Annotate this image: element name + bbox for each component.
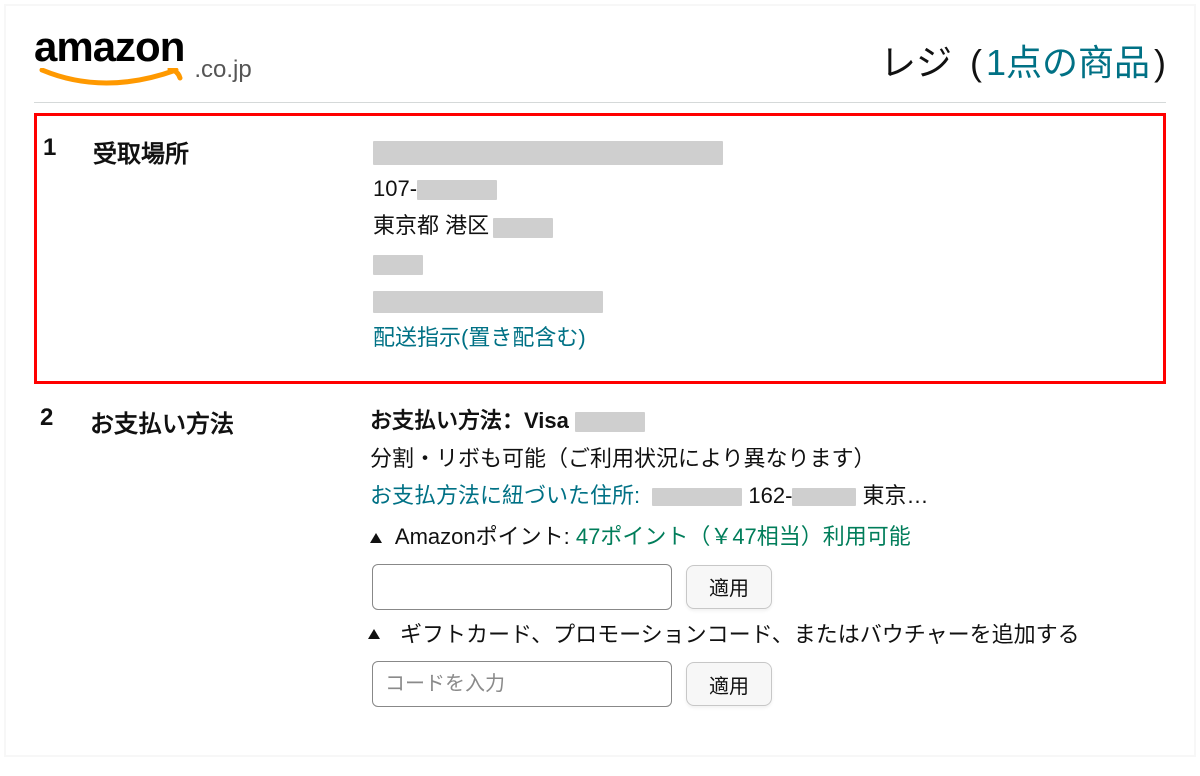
step-number-2: 2 bbox=[40, 402, 90, 432]
points-input[interactable] bbox=[372, 564, 672, 610]
city-part: 東京都 港区 bbox=[373, 213, 489, 238]
redacted-card-last4 bbox=[575, 412, 645, 432]
step-number-1: 1 bbox=[43, 132, 93, 162]
zip-prefix: 107- bbox=[373, 176, 417, 201]
gift-code-accordion[interactable]: ギフトカード、プロモーションコード、またはバウチャーを追加する bbox=[370, 616, 1166, 653]
checkout-header: amazon .co.jp レジ ( 1点の商品 ) bbox=[34, 26, 1166, 103]
pickup-address: 107- 東京都 港区 配送指示(置き配含む) bbox=[373, 132, 1151, 357]
step-title-2: お支払い方法 bbox=[90, 402, 370, 439]
pickup-location-highlight: 1 受取場所 107- 東京都 港区 配送指示(置き配含む) bbox=[34, 113, 1166, 384]
paren-open: ( bbox=[970, 42, 982, 84]
checkout-title: レジ ( 1点の商品 ) bbox=[880, 34, 1166, 86]
amazon-points-row[interactable]: Amazonポイント: 47ポイント（￥47相当）利用可能 bbox=[370, 518, 1166, 555]
checkout-label: レジ bbox=[880, 34, 952, 86]
gift-code-input[interactable] bbox=[372, 661, 672, 707]
redacted-billing-zip bbox=[792, 488, 856, 506]
redacted-line4 bbox=[373, 255, 423, 275]
pickup-location-section: 1 受取場所 107- 東京都 港区 配送指示(置き配含む) bbox=[37, 116, 1163, 381]
redacted-line5 bbox=[373, 291, 603, 313]
chevron-up-icon bbox=[368, 629, 380, 639]
gift-code-accordion-label: ギフトカード、プロモーションコード、またはバウチャーを追加する bbox=[400, 616, 1080, 653]
amazon-logo[interactable]: amazon .co.jp bbox=[34, 26, 252, 86]
points-apply-button[interactable]: 適用 bbox=[686, 565, 772, 609]
amazon-logo-suffix: .co.jp bbox=[194, 56, 251, 86]
amazon-smile-icon bbox=[34, 68, 184, 86]
amazon-points-value: 47ポイント（￥47相当）利用可能 bbox=[576, 524, 911, 549]
billing-city-trail: 東京… bbox=[863, 483, 929, 508]
gift-code-apply-button[interactable]: 適用 bbox=[686, 662, 772, 706]
amazon-logo-text: amazon bbox=[34, 26, 184, 68]
step-title-1: 受取場所 bbox=[93, 132, 373, 169]
installment-note: 分割・リボも可能（ご利用状況により異なります） bbox=[370, 440, 1166, 477]
redacted-zip bbox=[417, 180, 497, 200]
delivery-instructions-link[interactable]: 配送指示(置き配含む) bbox=[373, 325, 586, 350]
billing-zip-prefix: 162- bbox=[748, 483, 792, 508]
payment-method-label: お支払い方法：Visa bbox=[370, 408, 575, 433]
redacted-name bbox=[373, 141, 723, 165]
cart-summary-link[interactable]: 1点の商品 bbox=[986, 34, 1150, 86]
billing-address-line: お支払方法に紐づいた住所: 162- 東京… bbox=[370, 477, 1166, 514]
amazon-points-label: Amazonポイント: bbox=[395, 524, 576, 549]
payment-method-line: お支払い方法：Visa bbox=[370, 402, 1166, 439]
chevron-up-icon bbox=[370, 533, 382, 543]
points-apply-row: 適用 bbox=[372, 564, 1166, 610]
paren-close: ) bbox=[1154, 42, 1166, 84]
billing-address-label: お支払方法に紐づいた住所: bbox=[370, 483, 640, 508]
redacted-billing-name bbox=[652, 488, 742, 506]
redacted-ward-extra bbox=[493, 218, 553, 238]
payment-body: お支払い方法：Visa 分割・リボも可能（ご利用状況により異なります） お支払方… bbox=[370, 402, 1166, 713]
payment-section: 2 お支払い方法 お支払い方法：Visa 分割・リボも可能（ご利用状況により異な… bbox=[34, 384, 1166, 727]
gift-code-row: 適用 bbox=[372, 661, 1166, 707]
